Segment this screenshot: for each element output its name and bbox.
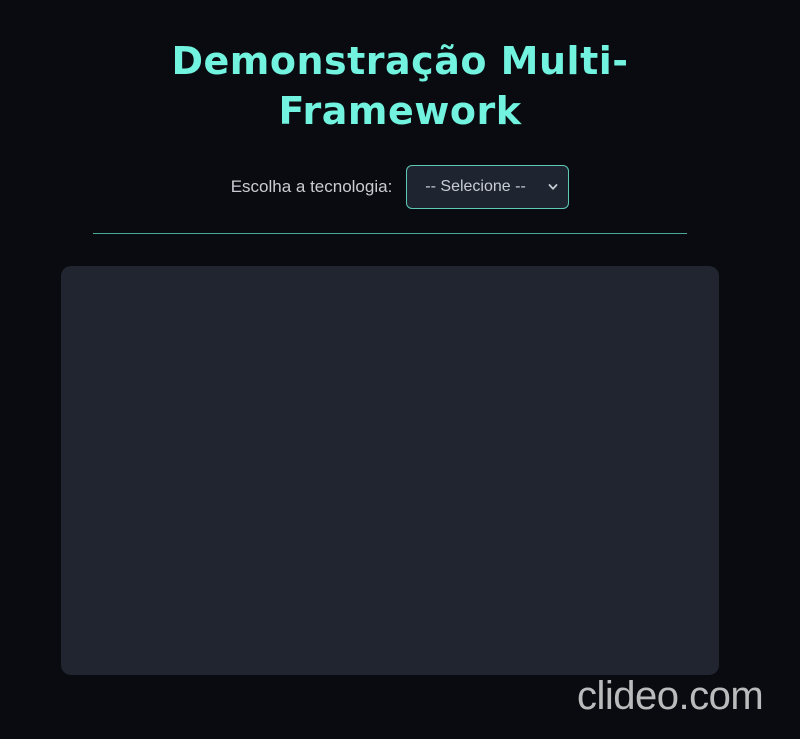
technology-selector-row: Escolha a tecnologia: -- Selecione -- bbox=[0, 165, 800, 209]
header-divider bbox=[93, 233, 687, 234]
page-title-line2: Framework bbox=[278, 89, 522, 133]
watermark-logo: clideo.com bbox=[577, 674, 764, 718]
content-panel bbox=[61, 266, 719, 675]
technology-select[interactable]: -- Selecione -- bbox=[406, 165, 570, 209]
page-title: Demonstração Multi- Framework bbox=[130, 36, 670, 136]
chevron-down-icon bbox=[548, 184, 558, 190]
page-title-line1: Demonstração Multi- bbox=[171, 39, 629, 83]
technology-select-value: -- Selecione -- bbox=[425, 178, 526, 195]
technology-select-label: Escolha a tecnologia: bbox=[230, 177, 393, 196]
